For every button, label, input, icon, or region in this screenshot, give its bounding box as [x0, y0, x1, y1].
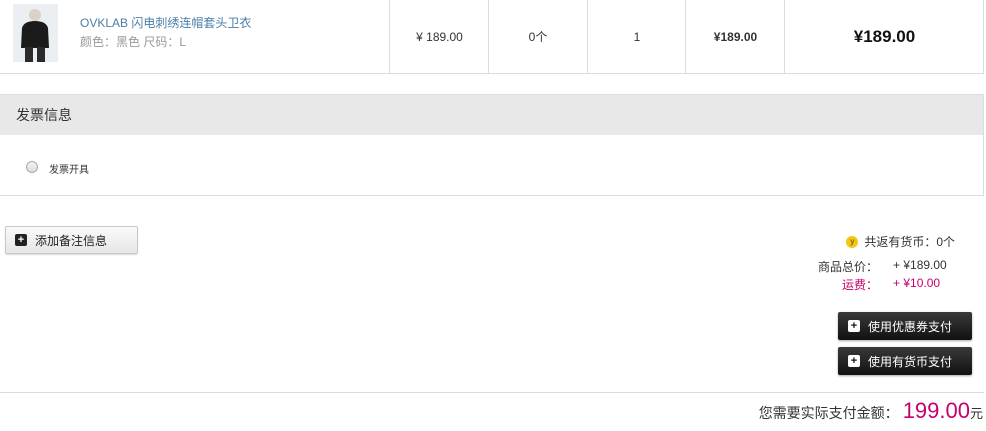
use-coins-button[interactable]: + 使用有货币支付: [838, 347, 972, 375]
coin-icon: y: [846, 235, 859, 248]
subtotal-cell: ¥189.00: [685, 0, 785, 73]
product-thumbnail[interactable]: [13, 4, 58, 62]
use-coupon-button[interactable]: + 使用优惠券支付: [838, 312, 972, 340]
shipping-value: + ¥10.00: [893, 276, 941, 290]
coin-count: 0个: [528, 30, 548, 44]
payable-label: 您需要实际支付金额：: [758, 405, 899, 421]
invoice-title: 发票信息: [16, 107, 72, 123]
unit-price: ¥ 189.00: [416, 29, 463, 44]
payable-total: 您需要实际支付金额： 199.00 元: [759, 398, 983, 424]
product-name-link[interactable]: OVKLAB 闪电刺绣连帽套头卫衣: [80, 14, 251, 31]
invoice-section: 发票信息 发票开具: [0, 94, 984, 196]
payable-unit: 元: [969, 406, 983, 421]
add-note-label: 添加备注信息: [35, 233, 108, 248]
invoice-radio[interactable]: [26, 160, 38, 173]
invoice-option-label: 发票开具: [49, 165, 89, 176]
invoice-option[interactable]: 发票开具: [26, 157, 89, 176]
invoice-header: 发票信息: [0, 95, 983, 135]
order-item-row: OVKLAB 闪电刺绣连帽套头卫衣 颜色：黑色 尺码：L ¥ 189.00 0个…: [0, 0, 984, 74]
shipping-label: 运费：: [841, 278, 878, 292]
coins-back-text: 共返有货币：0个: [864, 235, 955, 249]
coins-back-info: y 共返有货币：0个: [846, 233, 955, 250]
total-cell: ¥189.00: [784, 0, 984, 73]
goods-total-value: + ¥189.00: [893, 258, 947, 272]
subtotal: ¥189.00: [713, 29, 758, 44]
add-note-button[interactable]: + 添加备注信息: [5, 226, 138, 254]
payable-amount: 199.00: [902, 398, 970, 423]
plus-icon: +: [848, 355, 860, 367]
plus-icon: +: [848, 320, 860, 332]
coins-cell: 0个: [488, 0, 587, 73]
quantity: 1: [633, 29, 641, 44]
divider: [0, 392, 984, 393]
use-coupon-label: 使用优惠券支付: [868, 319, 953, 334]
plus-icon: +: [15, 234, 27, 246]
goods-total-label: 商品总价：: [818, 260, 879, 274]
product-spec: 颜色：黑色 尺码：L: [80, 35, 187, 49]
quantity-cell: 1: [587, 0, 686, 73]
unit-price-cell: ¥ 189.00: [389, 0, 489, 73]
use-coins-label: 使用有货币支付: [868, 354, 953, 369]
item-total: ¥189.00: [853, 26, 916, 46]
